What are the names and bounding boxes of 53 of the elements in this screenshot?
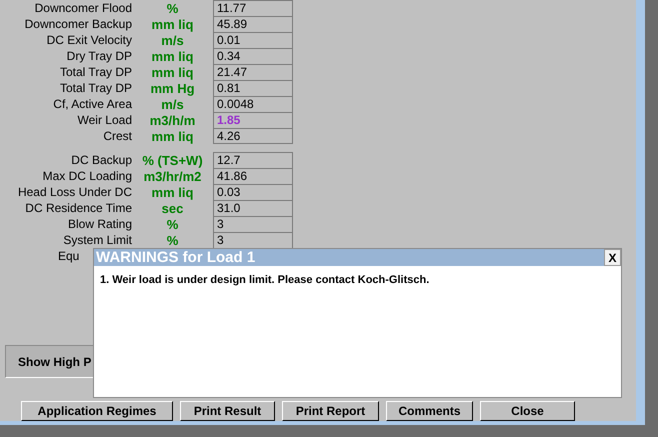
action-button[interactable]: Print Report: [282, 401, 379, 421]
value-field: 1.85: [213, 112, 293, 128]
row-label: DC Exit Velocity: [46, 33, 132, 47]
row-label: DC Backup: [70, 153, 132, 167]
row-label: Total Tray DP: [58, 65, 132, 79]
unit-label: %: [166, 216, 180, 232]
row-label: Cf, Active Area: [52, 97, 132, 111]
value-field: 0.0048: [213, 96, 293, 112]
unit-label: %: [166, 0, 180, 16]
panel-label: Show High P: [18, 354, 92, 368]
row-label: Dry Tray DP: [66, 49, 132, 63]
row-label: DC Residence Time: [24, 201, 132, 215]
unit-label: mm Hg: [149, 80, 196, 96]
dialog-title: WARNINGS for Load 1: [95, 249, 256, 266]
unit-label: sec: [160, 200, 184, 216]
value-field: 4.26: [213, 128, 293, 144]
action-button[interactable]: Application Regimes: [21, 401, 173, 421]
dialog-close-button[interactable]: X: [604, 249, 621, 266]
row-label: Weir Load: [76, 113, 132, 127]
value-field: 0.34: [213, 48, 293, 64]
value-field: 11.77: [213, 0, 293, 16]
value-field: 45.89: [213, 16, 293, 32]
unit-label: mm liq: [150, 48, 194, 64]
unit-label: % (TS+W): [141, 152, 204, 168]
unit-label: m/s: [160, 32, 185, 48]
value-field: 0.03: [213, 184, 293, 200]
value-field: 12.7: [213, 152, 293, 168]
unit-label: mm liq: [150, 128, 194, 144]
row-label: Total Tray DP: [58, 81, 132, 95]
row-label: Max DC Loading: [42, 169, 132, 183]
row-label: Downcomer Flood: [34, 1, 132, 15]
value-field: 3: [213, 216, 293, 232]
unit-label: mm liq: [150, 64, 194, 80]
row-label: System Limit: [62, 233, 132, 247]
value-field: 31.0: [213, 200, 293, 216]
unit-label: %: [166, 232, 180, 248]
row-label: Head Loss Under DC: [16, 185, 132, 199]
value-field: 0.81: [213, 80, 293, 96]
action-button[interactable]: Comments: [386, 401, 473, 421]
unit-label: mm liq: [150, 184, 194, 200]
action-button[interactable]: Close: [480, 401, 575, 421]
value-field: 41.86: [213, 168, 293, 184]
value-field: 21.47: [213, 64, 293, 80]
value-field: 0.01: [213, 32, 293, 48]
row-label: Downcomer Backup: [24, 17, 132, 31]
row-label: Blow Rating: [66, 217, 132, 231]
unit-label: m3/h/m: [148, 112, 196, 128]
unit-label: m3/hr/m2: [142, 168, 202, 184]
row-label: Crest: [102, 129, 132, 143]
action-button[interactable]: Print Result: [180, 401, 275, 421]
warning-message: 1. Weir load is under design limit. Please contact Koch-Glitsch.: [99, 273, 430, 286]
unit-label: mm liq: [150, 16, 194, 32]
unit-label: m/s: [160, 96, 185, 112]
